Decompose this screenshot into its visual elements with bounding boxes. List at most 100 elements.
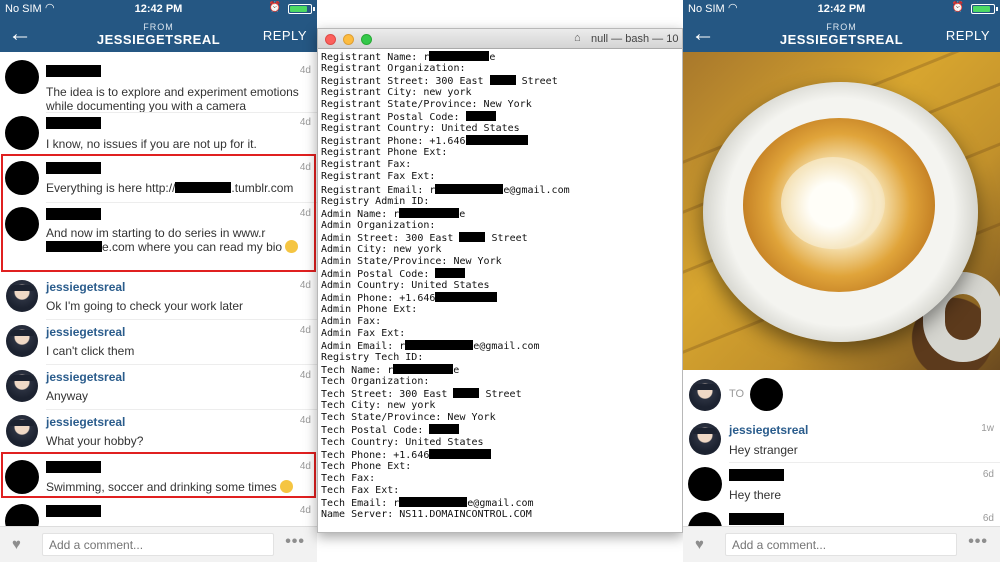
message-row: 4d The idea is to explore and experiment… bbox=[0, 58, 317, 113]
comment-input[interactable] bbox=[42, 533, 274, 556]
jessie-avatar[interactable] bbox=[6, 280, 38, 312]
recipient-row: TO bbox=[683, 375, 1000, 415]
redacted-avatar[interactable] bbox=[688, 467, 722, 501]
terminal-line: Registrant Street: 300 East Street bbox=[321, 75, 682, 87]
redaction-bar bbox=[393, 364, 454, 375]
terminal-line-text: Tech Name: r bbox=[321, 365, 394, 377]
terminal-line: Name Server: NS11.DOMAINCONTROL.COM bbox=[321, 509, 682, 521]
redaction-bar bbox=[435, 267, 466, 278]
terminal-line: Tech Email: r e@gmail.com bbox=[321, 496, 682, 509]
alarm-icon: ⏰ bbox=[951, 2, 964, 13]
terminal-line-text: Admin Phone Ext: bbox=[321, 303, 418, 315]
terminal-window: ⌂ null — bash — 10 Registrant Name: r e Re… bbox=[317, 28, 683, 533]
terminal-line-text: Registrant State/Province: New York bbox=[321, 99, 532, 111]
terminal-line: Tech Postal Code: bbox=[321, 424, 682, 436]
redacted-avatar[interactable] bbox=[5, 60, 39, 94]
screenshot-collage: No SIM ◠ 12:42 PM ⏰ ← FROM JESSIEGETSREA… bbox=[0, 0, 1000, 562]
coffee-photo[interactable] bbox=[683, 52, 1000, 370]
zoom-window-button[interactable] bbox=[361, 34, 372, 45]
terminal-output[interactable]: Registrant Name: r e Registrant Organizati… bbox=[321, 51, 682, 521]
terminal-line: Registrant Fax Ext: bbox=[321, 171, 682, 183]
terminal-line-text: Tech Email: r bbox=[321, 497, 400, 509]
reply-button[interactable]: REPLY bbox=[263, 28, 307, 43]
terminal-line-text: Admin Street: 300 East bbox=[321, 232, 460, 244]
message-row: jessiegetsreal 1w Hey stranger bbox=[683, 420, 1000, 462]
terminal-line: Registrant Organization: bbox=[321, 63, 682, 75]
heart-icon[interactable]: ♥ bbox=[12, 536, 21, 553]
terminal-line-text: Tech Street: 300 East bbox=[321, 389, 454, 401]
terminal-line: Admin Fax: bbox=[321, 316, 682, 328]
message-text: The idea is to explore and experiment em… bbox=[46, 85, 299, 113]
message-text: I can't click them bbox=[46, 344, 135, 358]
terminal-line-text: Registry Tech ID: bbox=[321, 352, 424, 364]
sender-name[interactable]: jessiegetsreal bbox=[46, 325, 125, 339]
more-options-icon[interactable]: ••• bbox=[285, 533, 305, 551]
redaction-bar bbox=[429, 51, 490, 61]
terminal-line-text: Admin Phone: +1.646 bbox=[321, 292, 436, 304]
sender-name[interactable]: jessiegetsreal bbox=[46, 415, 125, 429]
message-row: jessiegetsreal 4d Anyway bbox=[0, 367, 317, 409]
redacted-avatar[interactable] bbox=[5, 116, 39, 150]
jessie-avatar[interactable] bbox=[6, 370, 38, 402]
message-thread[interactable]: 4d The idea is to explore and experiment… bbox=[0, 52, 317, 526]
terminal-titlebar: ⌂ null — bash — 10 bbox=[318, 29, 682, 49]
terminal-line: Tech Fax: bbox=[321, 473, 682, 485]
heart-icon[interactable]: ♥ bbox=[695, 536, 704, 553]
redaction-bar bbox=[429, 424, 460, 435]
terminal-line-text: Registrant Organization: bbox=[321, 63, 466, 75]
terminal-line-text: Registry Admin ID: bbox=[321, 195, 430, 207]
jessie-avatar[interactable] bbox=[6, 325, 38, 357]
terminal-line: Registrant Fax: bbox=[321, 159, 682, 171]
close-window-button[interactable] bbox=[325, 34, 336, 45]
terminal-line: Registry Tech ID: bbox=[321, 352, 682, 364]
terminal-line: Tech City: new york bbox=[321, 400, 682, 412]
comment-input[interactable] bbox=[725, 533, 957, 556]
redaction-bar bbox=[405, 340, 474, 351]
jessie-avatar[interactable] bbox=[689, 379, 721, 411]
jessie-avatar[interactable] bbox=[6, 415, 38, 447]
terminal-line-text: Admin Postal Code: bbox=[321, 268, 436, 280]
redaction-bar bbox=[465, 111, 496, 122]
message-text: Hey stranger bbox=[729, 443, 798, 457]
message-time: 4d bbox=[299, 65, 311, 76]
message-row: 4d bbox=[0, 502, 317, 526]
terminal-line: Registrant Email: r e@gmail.com bbox=[321, 183, 682, 196]
terminal-line-text: Registrant City: new york bbox=[321, 87, 472, 99]
terminal-line-suffix: e bbox=[489, 52, 496, 63]
terminal-line: Tech Organization: bbox=[321, 376, 682, 388]
jessie-avatar[interactable] bbox=[689, 423, 721, 455]
reply-button[interactable]: REPLY bbox=[946, 28, 990, 43]
terminal-line-text: Tech Fax Ext: bbox=[321, 484, 400, 496]
message-row: jessiegetsreal 4d Ok I'm going to check … bbox=[0, 277, 317, 319]
terminal-line-suffix: e bbox=[459, 208, 466, 220]
terminal-line-text: Tech State/Province: New York bbox=[321, 412, 496, 424]
terminal-line: Registrant City: new york bbox=[321, 87, 682, 99]
home-folder-icon: ⌂ bbox=[574, 32, 581, 44]
terminal-line-text: Registrant Fax Ext: bbox=[321, 171, 436, 183]
terminal-line-text: Admin Organization: bbox=[321, 219, 436, 231]
comment-bar: ♥ ••• bbox=[683, 526, 1000, 562]
terminal-line: Tech Fax Ext: bbox=[321, 485, 682, 497]
minimize-window-button[interactable] bbox=[343, 34, 354, 45]
terminal-line: Registrant Name: r e bbox=[321, 51, 682, 63]
redacted-recipient-avatar[interactable] bbox=[750, 378, 783, 411]
to-label: TO bbox=[729, 388, 745, 400]
terminal-line: Admin Email: r e@gmail.com bbox=[321, 340, 682, 352]
alarm-icon: ⏰ bbox=[268, 2, 281, 13]
terminal-line: Registry Admin ID: bbox=[321, 196, 682, 208]
redacted-avatar[interactable] bbox=[5, 504, 39, 526]
more-options-icon[interactable]: ••• bbox=[968, 533, 988, 551]
redacted-username bbox=[46, 505, 101, 517]
message-text: Anyway bbox=[46, 389, 89, 403]
sender-name[interactable]: jessiegetsreal bbox=[46, 280, 125, 294]
sender-name[interactable]: jessiegetsreal bbox=[46, 370, 125, 384]
message-time: 4d bbox=[299, 117, 311, 128]
redacted-username bbox=[729, 469, 784, 481]
terminal-line: Tech Phone: +1.646 bbox=[321, 448, 682, 461]
message-text: I know, no issues if you are not up for … bbox=[46, 137, 257, 151]
terminal-line-text: Registrant Email: r bbox=[321, 184, 436, 196]
terminal-line: Tech Phone Ext: bbox=[321, 461, 682, 473]
redaction-bar bbox=[399, 207, 460, 218]
terminal-line-text: Tech Phone Ext: bbox=[321, 460, 412, 472]
sender-name[interactable]: jessiegetsreal bbox=[729, 423, 808, 437]
